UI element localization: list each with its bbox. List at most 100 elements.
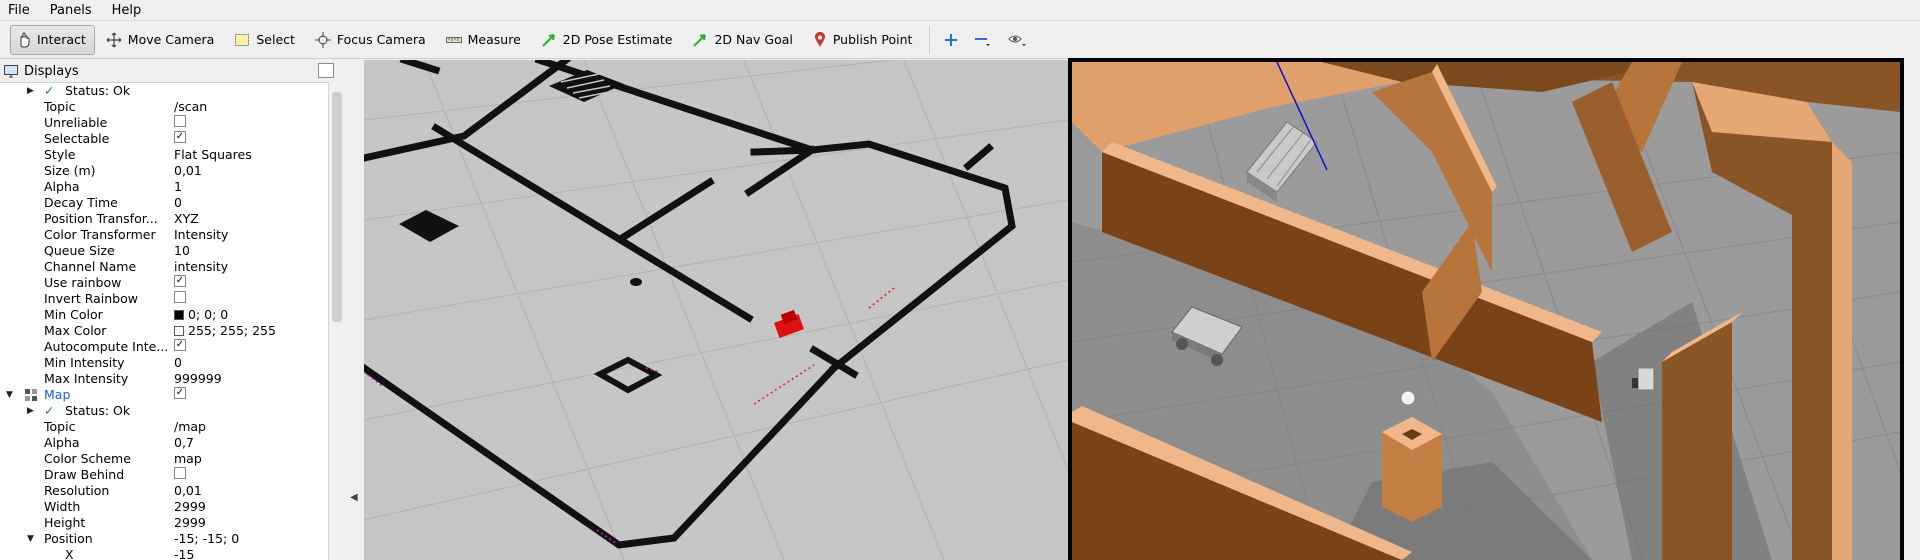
select-tool-button[interactable]: Select [227,25,304,55]
property-checkbox[interactable]: ✓ [174,275,186,287]
property-value[interactable]: 1 [174,179,182,195]
property-value[interactable]: 0,01 [174,163,202,179]
tree-row[interactable]: Color Transformer Intensity [0,227,328,243]
property-value-text: 999999 [174,371,222,386]
move-camera-label: Move Camera [127,32,215,47]
property-value[interactable]: XYZ [174,211,199,227]
display-enabled-checkbox[interactable]: ✓ [174,387,186,399]
property-value[interactable] [174,115,186,127]
displays-scrollbar[interactable] [328,82,344,560]
tree-row[interactable]: Width 2999 [0,499,328,515]
tree-row[interactable]: Autocompute Inte... ✓ [0,339,328,355]
tree-row[interactable]: Draw Behind [0,467,328,483]
property-checkbox[interactable] [174,467,186,479]
focus-camera-tool-button[interactable]: Focus Camera [308,25,435,55]
add-tool-button[interactable] [936,25,966,55]
tree-row[interactable]: Topic/scan [0,99,328,115]
green-arrow-icon [693,33,707,47]
tree-row[interactable]: Style Flat Squares [0,147,328,163]
expand-arrow-icon[interactable]: ▶ [27,403,34,419]
display-name-label[interactable]: Map [44,387,170,403]
property-value[interactable]: /scan [174,99,207,115]
property-value[interactable]: 0,01 [174,483,202,499]
property-value[interactable]: ✓ [174,131,186,143]
publish-point-tool-button[interactable]: Publish Point [806,25,922,55]
tree-row[interactable]: Unreliable [0,115,328,131]
collapse-arrow-icon[interactable]: ▼ [27,531,34,547]
tree-row[interactable]: ▼ Position -15; -15; 0 [0,531,328,547]
property-value[interactable]: 255; 255; 255 [174,323,276,339]
menu-panels[interactable]: Panels [40,0,102,21]
tree-row[interactable]: Position Transfor... XYZ [0,211,328,227]
property-value[interactable]: /map [174,419,206,435]
property-value[interactable]: 2999 [174,499,206,515]
tree-row[interactable]: Decay Time 0 [0,195,328,211]
tree-row[interactable]: Alpha 1 [0,179,328,195]
2d-pose-estimate-tool-button[interactable]: 2D Pose Estimate [534,25,682,55]
tree-row[interactable]: Topic/map [0,419,328,435]
remove-tool-button[interactable] [966,25,1000,55]
property-value[interactable]: 2999 [174,515,206,531]
property-value[interactable]: ✓ [174,339,186,351]
menu-help[interactable]: Help [102,0,152,21]
collapse-arrow-icon[interactable]: ◀ [350,492,358,503]
tree-row[interactable]: Min Color 0; 0; 0 [0,307,328,323]
property-value-text: -15; -15; 0 [174,531,240,546]
camera-view[interactable] [1068,58,1904,560]
tree-row[interactable]: ▼ Map ✓ [0,387,328,403]
tree-row[interactable]: Min Intensity 0 [0,355,328,371]
property-value[interactable]: Flat Squares [174,147,252,163]
tree-row[interactable]: Use rainbow ✓ [0,275,328,291]
property-value[interactable]: 999999 [174,371,222,387]
property-value[interactable]: map [174,451,202,467]
collapse-arrow-icon[interactable]: ▼ [6,387,13,403]
interact-tool-button[interactable]: Interact [10,24,95,55]
property-value[interactable]: -15; -15; 0 [174,531,239,547]
property-value[interactable]: Intensity [174,227,228,243]
menu-file[interactable]: File [0,0,40,21]
tree-row[interactable]: ▶ ✓ Status: Ok [0,403,328,419]
property-value[interactable]: 0,7 [174,435,194,451]
property-value[interactable]: 0; 0; 0 [174,307,228,323]
tree-row[interactable]: Height 2999 [0,515,328,531]
property-value[interactable]: -15 [174,547,194,560]
property-value[interactable]: 0 [174,195,182,211]
property-checkbox[interactable] [174,291,186,303]
tree-row[interactable]: Color Scheme map [0,451,328,467]
2d-nav-goal-tool-button[interactable]: 2D Nav Goal [685,25,801,55]
tree-row[interactable]: ▶ ✓ Status: Ok [0,83,328,99]
property-value[interactable] [174,467,186,479]
measure-tool-button[interactable]: Measure [439,25,530,55]
property-checkbox[interactable] [174,115,186,127]
color-swatch[interactable] [174,326,184,336]
tree-row[interactable]: Alpha 0,7 [0,435,328,451]
property-value-text: 0 [174,355,182,370]
color-swatch[interactable] [174,310,184,320]
move-camera-tool-button[interactable]: Move Camera [99,25,224,55]
property-checkbox[interactable]: ✓ [174,339,186,351]
property-value[interactable] [174,291,186,303]
panel-splitter[interactable]: ◀ [344,60,364,560]
tree-row[interactable]: Max Intensity 999999 [0,371,328,387]
tree-row[interactable]: Queue Size 10 [0,243,328,259]
property-value[interactable]: 0 [174,355,182,371]
tree-row[interactable]: Max Color 255; 255; 255 [0,323,328,339]
property-value[interactable]: ✓ [174,275,186,287]
panel-float-button[interactable] [318,63,334,78]
tree-row[interactable]: Resolution 0,01 [0,483,328,499]
tree-row[interactable]: Size (m) 0,01 [0,163,328,179]
tree-row[interactable]: Channel Name intensity [0,259,328,275]
scrollbar-thumb[interactable] [332,92,342,322]
toolbar-separator [929,26,931,53]
view-options-button[interactable] [1000,25,1036,55]
menu-bar: File Panels Help [0,0,1920,21]
tree-row[interactable]: Invert Rainbow [0,291,328,307]
tree-row[interactable]: Selectable ✓ [0,131,328,147]
property-value[interactable]: 10 [174,243,190,259]
expand-arrow-icon[interactable]: ▶ [27,83,34,99]
tree-row[interactable]: X -15 [0,547,328,560]
property-checkbox[interactable]: ✓ [174,131,186,143]
status-label: Status: Ok [65,83,131,98]
render-view[interactable] [364,60,1068,560]
property-value[interactable]: intensity [174,259,228,275]
